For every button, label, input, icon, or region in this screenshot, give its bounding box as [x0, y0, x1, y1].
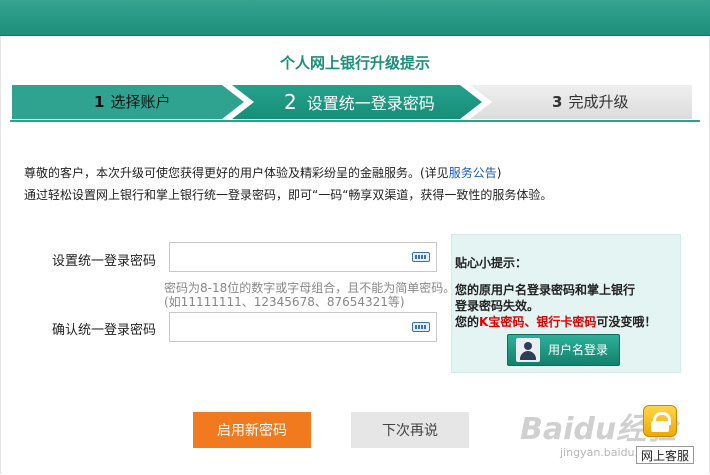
password-hint-line-2: (如11111111、12345678、87654321等): [164, 295, 405, 309]
tips-line-1: 您的原用户名登录密码和掌上银行: [455, 283, 636, 297]
password-label: 设置统一登录密码: [52, 254, 157, 269]
step-label: 完成升级: [568, 93, 629, 111]
top-banner: [0, 0, 710, 36]
online-service-link[interactable]: 网上客服: [636, 446, 694, 464]
step-select-account: 1 选择账户: [12, 85, 244, 119]
tips-line-3: 您的K宝密码、银行卡密码可没变哦！: [455, 313, 656, 330]
intro-text-end: ): [496, 166, 502, 180]
step-complete: 3 完成升级: [470, 85, 692, 119]
step-label: 选择账户: [110, 93, 171, 111]
step-set-password: 2 设置统一登录密码: [232, 85, 482, 119]
step-progress: 1 选择账户 2 设置统一登录密码 3 完成升级: [10, 80, 700, 122]
step-number: 3: [552, 93, 563, 111]
intro-line-2: 通过轻松设置网上银行和掌上银行统一登录密码，即可“一码“畅享双渠道，获得一致性的…: [24, 188, 553, 202]
confirm-password-label: 确认统一登录密码: [52, 323, 157, 338]
keyboard-icon[interactable]: [412, 322, 430, 332]
tips-line-3-post: 可没变哦！: [596, 315, 657, 329]
confirm-password-input[interactable]: [169, 312, 437, 342]
tips-highlight: K宝密码、银行卡密码: [479, 315, 597, 329]
intro-text: 尊敬的客户，本次升级可使您获得更好的用户体验及精彩纷呈的金融服务。(详见: [24, 166, 449, 180]
keyboard-icon[interactable]: [412, 252, 430, 262]
tips-line-2: 登录密码失效。: [455, 299, 540, 313]
page-title: 个人网上银行升级提示: [279, 54, 430, 72]
service-notice-link[interactable]: 服务公告: [449, 166, 497, 180]
remind-later-button[interactable]: 下次再说: [351, 412, 469, 448]
intro-line-1: 尊敬的客户，本次升级可使您获得更好的用户体验及精彩纷呈的金融服务。(详见服务公告…: [24, 164, 501, 181]
lock-icon[interactable]: [643, 405, 677, 437]
password-input[interactable]: [169, 242, 437, 272]
user-icon: [516, 338, 540, 362]
step-label: 设置统一登录密码: [306, 94, 435, 113]
tips-line-3-pre: 您的: [455, 315, 480, 329]
step-number: 2: [284, 90, 297, 114]
tips-title: 贴心小提示：: [455, 256, 528, 270]
enable-password-button[interactable]: 启用新密码: [193, 412, 311, 448]
step-number: 1: [94, 93, 105, 111]
